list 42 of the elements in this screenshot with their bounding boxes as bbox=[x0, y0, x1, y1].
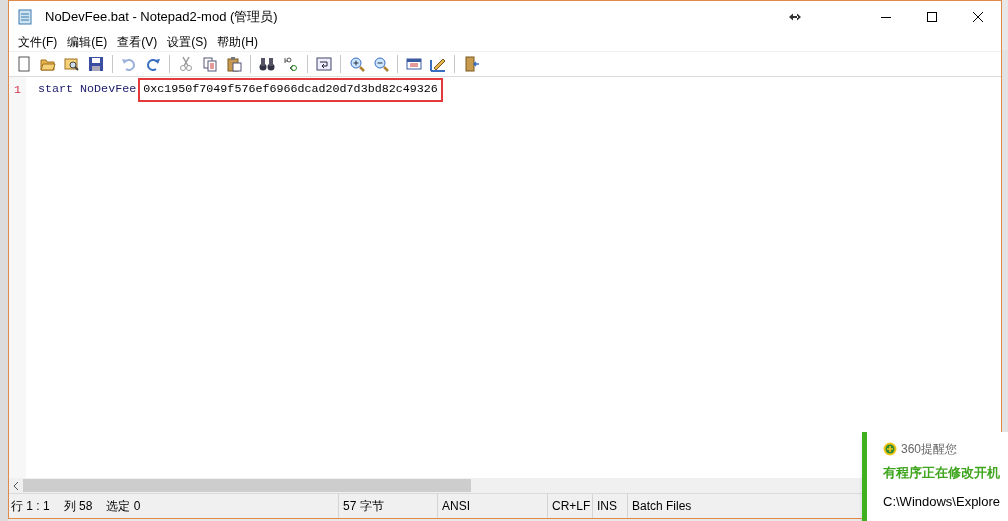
notepad-icon bbox=[17, 9, 33, 25]
table-icon bbox=[406, 56, 422, 72]
resize-cursor-icon bbox=[789, 13, 801, 21]
zoom-in-icon bbox=[349, 56, 365, 72]
exit-door-icon bbox=[463, 56, 479, 72]
menu-item[interactable]: 帮助(H) bbox=[213, 33, 262, 51]
scissors-icon bbox=[178, 56, 194, 72]
scroll-left-icon[interactable] bbox=[13, 481, 19, 490]
menu-item[interactable]: 查看(V) bbox=[113, 33, 162, 51]
highlighted-code: 0xc1950f7049f576ef6966dcad20d7d3bd82c49326 bbox=[138, 77, 443, 103]
browse-magnifier-icon bbox=[64, 56, 80, 72]
open-folder-icon bbox=[40, 56, 56, 72]
notification-title: 360提醒您 bbox=[901, 441, 958, 458]
new-file-icon bbox=[16, 56, 32, 72]
status-text: CR+LF bbox=[548, 494, 593, 518]
code-text: start NoDevFee bbox=[38, 81, 137, 99]
wrap-icon bbox=[316, 56, 332, 72]
undo-icon bbox=[121, 56, 137, 72]
binoculars-icon bbox=[259, 56, 275, 72]
paste-icon bbox=[226, 56, 242, 72]
save-icon bbox=[88, 56, 104, 72]
menu-item[interactable]: 设置(S) bbox=[163, 33, 212, 51]
line-number: 1 bbox=[13, 82, 22, 98]
status-text: 列 58 bbox=[63, 498, 93, 515]
notification-headline: 有程序正在修改开机 bbox=[883, 464, 1001, 482]
redo-icon bbox=[145, 56, 161, 72]
menu-item[interactable]: 文件(F) bbox=[14, 33, 62, 51]
status-text: ANSI bbox=[438, 494, 548, 518]
plus-badge-icon bbox=[883, 442, 897, 456]
maximize-icon bbox=[927, 12, 937, 22]
status-text: 57 字节 bbox=[339, 494, 438, 518]
status-text: 选定 0 bbox=[106, 498, 141, 515]
zoom-out-icon bbox=[373, 56, 389, 72]
status-text: 行 1 : 1 bbox=[11, 498, 50, 515]
ruler-pencil-icon bbox=[430, 56, 446, 72]
status-text: INS bbox=[593, 494, 628, 518]
window-title: NoDevFee.bat - Notepad2-mod (管理员) bbox=[45, 8, 278, 27]
notification-path: C:\Windows\Explore bbox=[883, 492, 1002, 511]
menu-item[interactable]: 编辑(E) bbox=[63, 33, 112, 51]
copy-icon bbox=[202, 56, 218, 72]
close-icon bbox=[973, 12, 983, 22]
scrollbar-thumb[interactable] bbox=[23, 479, 471, 492]
